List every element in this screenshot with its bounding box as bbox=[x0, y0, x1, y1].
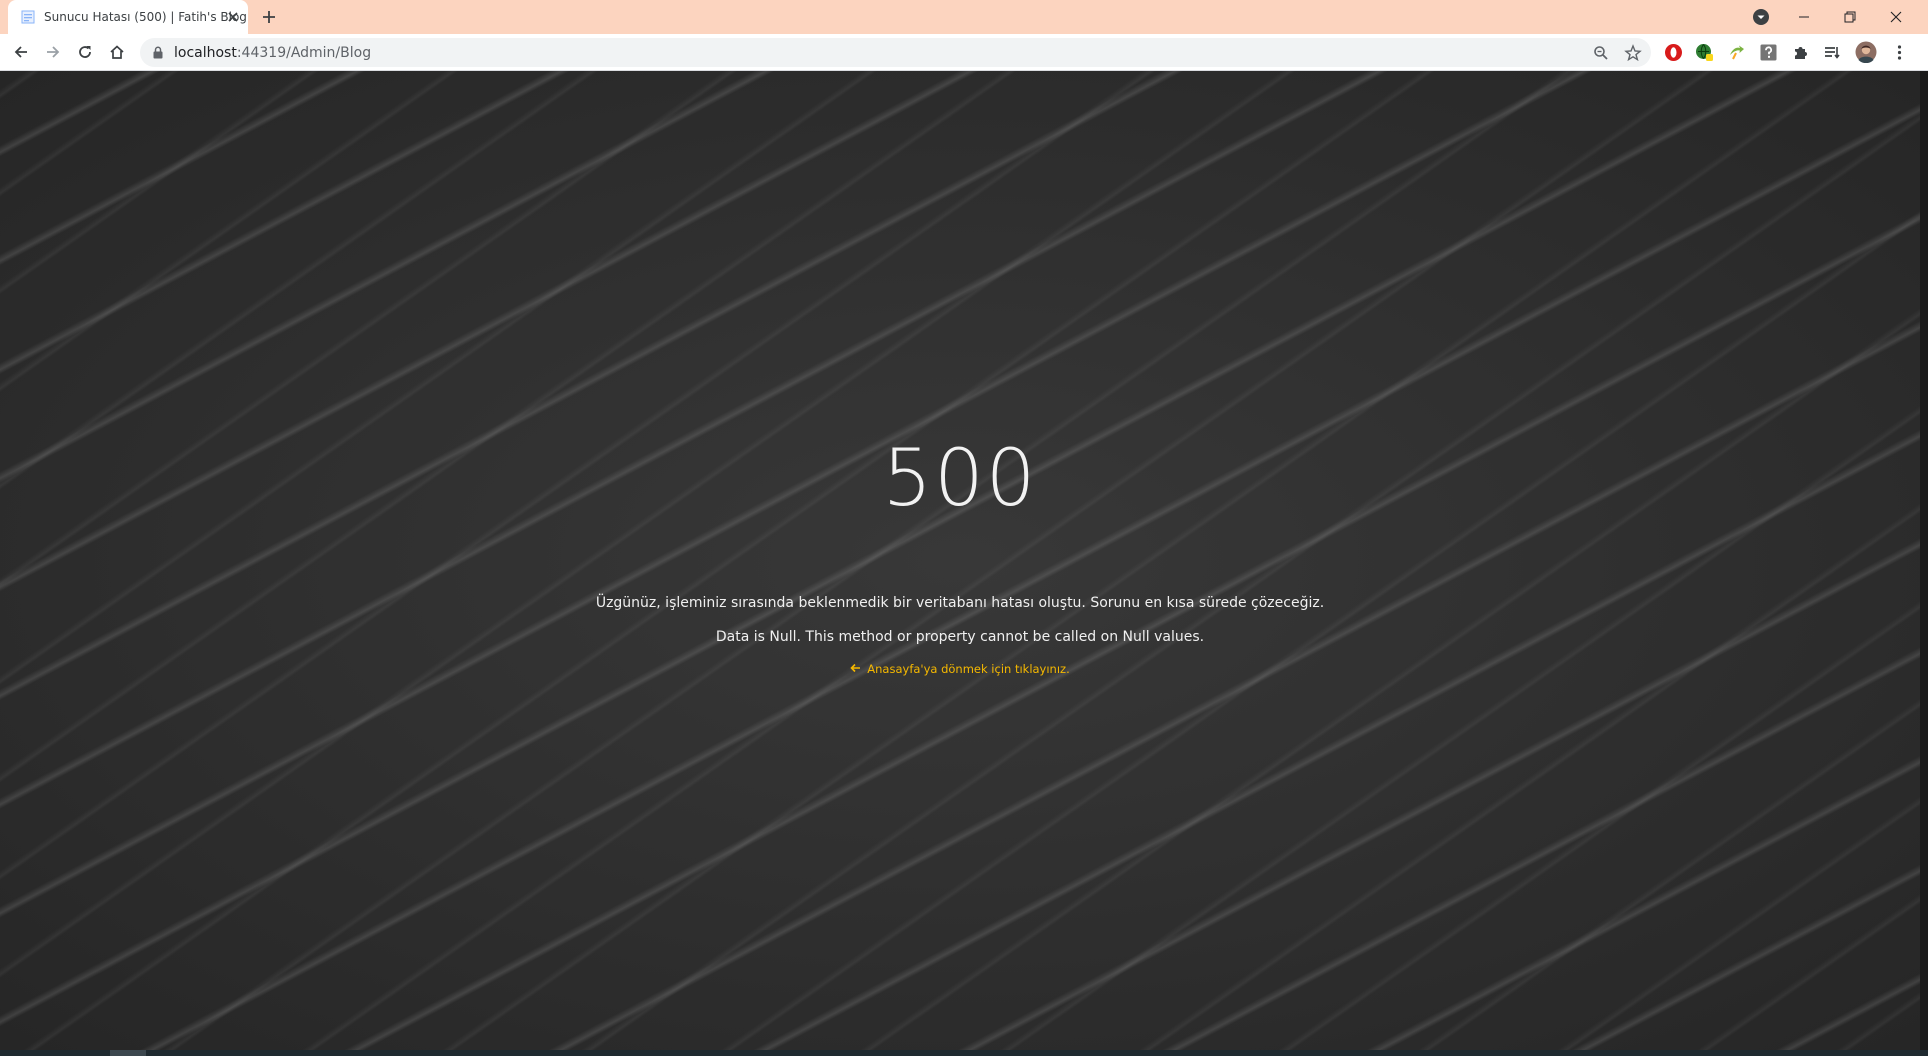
arrow-left-icon bbox=[850, 663, 861, 673]
address-bar[interactable]: localhost:44319/Admin/Blog bbox=[140, 38, 1651, 67]
extensions-puzzle-icon[interactable] bbox=[1791, 43, 1810, 62]
error-page-background bbox=[0, 71, 1920, 1050]
tab-search-icon[interactable] bbox=[1752, 8, 1770, 26]
tab-close-icon[interactable] bbox=[225, 9, 241, 25]
arrow-left-icon bbox=[14, 46, 27, 58]
opera-extension-icon[interactable] bbox=[1664, 43, 1683, 62]
close-icon bbox=[1890, 11, 1902, 23]
forward-button[interactable] bbox=[42, 41, 64, 63]
reload-icon bbox=[79, 46, 91, 58]
lock-icon[interactable] bbox=[152, 46, 164, 59]
back-button[interactable] bbox=[10, 41, 32, 63]
green-arrow-extension-icon[interactable] bbox=[1727, 43, 1746, 62]
url-path: :44319/Admin/Blog bbox=[236, 45, 372, 61]
new-tab-icon[interactable] bbox=[260, 8, 278, 26]
error-message: Üzgünüz, işleminiz sırasında beklenmedik… bbox=[595, 595, 1325, 611]
tab-title: Sunucu Hatası (500) | Fatih's Blog bbox=[44, 10, 247, 24]
home-page-link[interactable]: Anasayfa'ya dönmek için tıklayınız. bbox=[0, 662, 1920, 676]
browser-titlebar: Sunucu Hatası (500) | Fatih's Blog bbox=[0, 0, 1928, 34]
arrow-right-icon bbox=[47, 46, 60, 58]
close-window-button[interactable] bbox=[1873, 4, 1919, 30]
address-text[interactable]: localhost:44319/Admin/Blog bbox=[174, 45, 371, 61]
horizontal-scrollbar-thumb[interactable] bbox=[110, 1050, 146, 1056]
reading-list-icon[interactable] bbox=[1823, 43, 1842, 62]
globe-extension-icon[interactable] bbox=[1695, 43, 1714, 62]
minimize-icon bbox=[1799, 16, 1809, 18]
horizontal-scrollbar[interactable] bbox=[0, 1050, 1928, 1056]
reload-button[interactable] bbox=[74, 41, 96, 63]
url-host: localhost bbox=[174, 45, 237, 61]
page-favicon-icon bbox=[21, 10, 35, 24]
error-detail: Data is Null. This method or property ca… bbox=[715, 629, 1205, 645]
zoom-icon[interactable] bbox=[1592, 44, 1610, 62]
error-code: 500 bbox=[882, 434, 1038, 524]
restore-button[interactable] bbox=[1827, 4, 1873, 30]
home-icon bbox=[110, 45, 124, 59]
page-scrollbar-gutter[interactable] bbox=[1920, 71, 1928, 1050]
restore-icon bbox=[1844, 11, 1856, 23]
help-extension-icon[interactable] bbox=[1759, 43, 1778, 62]
browser-toolbar: localhost:44319/Admin/Blog bbox=[0, 34, 1928, 71]
profile-avatar[interactable] bbox=[1855, 41, 1877, 63]
home-button[interactable] bbox=[106, 41, 128, 63]
minimize-button[interactable] bbox=[1781, 4, 1827, 30]
browser-tab-active[interactable]: Sunucu Hatası (500) | Fatih's Blog bbox=[8, 0, 248, 34]
home-link-label: Anasayfa'ya dönmek için tıklayınız. bbox=[867, 662, 1070, 676]
chrome-menu-icon[interactable] bbox=[1890, 43, 1909, 62]
bookmark-star-icon[interactable] bbox=[1624, 44, 1642, 62]
